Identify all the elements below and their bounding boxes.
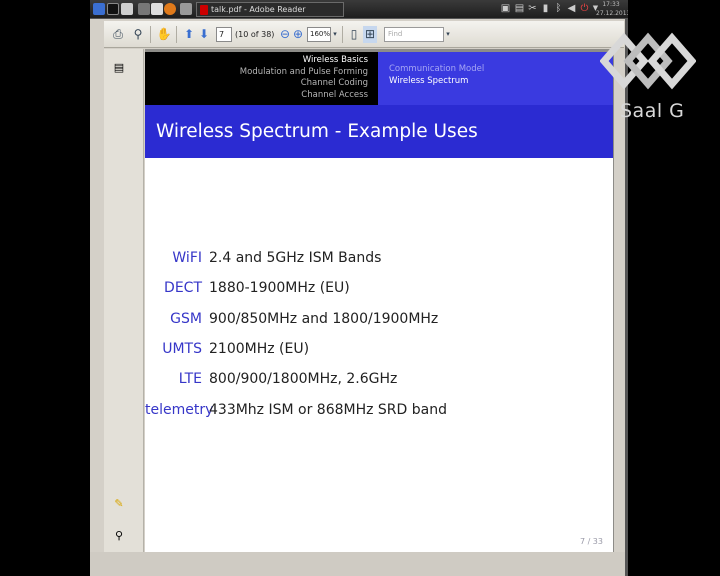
navigation-pane: ▤ ✎ ⚲ xyxy=(104,49,144,552)
bottom-strip xyxy=(90,552,628,576)
page-number-input[interactable]: 7 xyxy=(216,27,232,42)
clock-date: 27.12.2013 xyxy=(596,10,628,17)
zoom-in-icon[interactable]: ⊕ xyxy=(292,26,304,43)
spectrum-row: WiFI 2.4 and 5GHz ISM Bands xyxy=(145,248,605,268)
pdf-icon xyxy=(200,5,208,15)
frame-title: Wireless Spectrum - Example Uses xyxy=(145,105,613,158)
find-placeholder: Find xyxy=(388,30,403,38)
display-icon[interactable]: ▤ xyxy=(514,3,525,14)
spectrum-row: telemetry 433Mhz ISM or 868MHz SRD band xyxy=(145,400,605,420)
clock-time: 17:33 xyxy=(602,1,620,8)
nav-section-item[interactable]: Channel Access xyxy=(145,90,368,102)
spectrum-label: WiFI xyxy=(172,250,202,266)
print-icon[interactable]: ⎙ xyxy=(110,26,126,43)
task-window-title: talk.pdf - Adobe Reader xyxy=(211,5,306,14)
terminal-icon[interactable] xyxy=(107,3,119,15)
attachments-icon[interactable]: ⚲ xyxy=(112,529,126,543)
spectrum-row: GSM 900/850MHz and 1800/1900MHz xyxy=(145,309,605,329)
network-icon[interactable]: ▣ xyxy=(500,3,511,14)
reader-toolbar: ⎙ ⚲ ✋ ⬆ ⬇ 7 (10 of 38) ⊖ ⊕ 160% ▾ ▯ ⊞ Fi… xyxy=(104,21,624,48)
spectrum-label: LTE xyxy=(178,371,202,387)
spectrum-value: 2100MHz (EU) xyxy=(209,341,310,357)
previous-page-icon[interactable]: ⬆ xyxy=(182,26,196,43)
settings-icon[interactable] xyxy=(180,3,192,15)
nav-section-item[interactable]: Channel Coding xyxy=(145,78,368,90)
watermark-logo-icon xyxy=(600,32,696,90)
spectrum-value: 900/850MHz and 1800/1900MHz xyxy=(209,311,439,327)
file-manager-icon[interactable] xyxy=(138,3,150,15)
spectrum-label: GSM xyxy=(170,311,202,327)
spectrum-value: 2.4 and 5GHz ISM Bands xyxy=(209,250,382,266)
fit-page-icon[interactable]: ▯ xyxy=(347,26,361,43)
document-area[interactable]: Wireless Basics Modulation and Pulse For… xyxy=(145,49,614,552)
text-editor-icon[interactable] xyxy=(151,3,163,15)
spectrum-label: telemetry xyxy=(145,402,214,418)
watermark-text: Saal G xyxy=(620,100,685,122)
task-window-button[interactable]: talk.pdf - Adobe Reader xyxy=(196,2,344,17)
bluetooth-icon[interactable]: ᛒ xyxy=(553,3,564,14)
tools-icon[interactable]: ✂ xyxy=(527,3,538,14)
start-menu-icon[interactable] xyxy=(93,3,105,15)
firefox-icon[interactable] xyxy=(164,3,176,15)
subsection-navigation: Communication Model Wireless Spectrum xyxy=(378,52,613,105)
zoom-select[interactable]: 160% xyxy=(307,27,331,42)
zoom-value: 160% xyxy=(310,30,331,38)
nav-section-item[interactable]: Wireless Basics xyxy=(145,55,368,67)
screen: talk.pdf - Adobe Reader ▣ ▤ ✂ ▮ ᛒ ◀ ⏻ ▼ … xyxy=(90,0,628,576)
zoom-out-icon[interactable]: ⊖ xyxy=(279,26,291,43)
find-input[interactable]: Find xyxy=(384,27,444,42)
taskbar: talk.pdf - Adobe Reader ▣ ▤ ✂ ▮ ᛒ ◀ ⏻ ▼ … xyxy=(90,0,628,19)
slide-page: Wireless Basics Modulation and Pulse For… xyxy=(145,52,613,552)
volume-icon[interactable]: ◀ xyxy=(566,3,577,14)
power-icon[interactable]: ⏻ xyxy=(579,3,590,14)
spectrum-value: 1880-1900MHz (EU) xyxy=(209,280,350,296)
zoom-dropdown-icon[interactable]: ▾ xyxy=(331,26,339,43)
nav-subsection-item[interactable]: Communication Model xyxy=(389,64,613,76)
spectrum-label: DECT xyxy=(164,280,202,296)
toolbar-separator xyxy=(150,26,151,43)
slide-header: Wireless Basics Modulation and Pulse For… xyxy=(145,52,613,105)
clock[interactable]: 17:33 27.12.2013 xyxy=(596,0,628,18)
section-navigation: Wireless Basics Modulation and Pulse For… xyxy=(145,52,378,105)
spectrum-row: DECT 1880-1900MHz (EU) xyxy=(145,278,605,298)
next-page-icon[interactable]: ⬇ xyxy=(197,26,211,43)
spectrum-row: UMTS 2100MHz (EU) xyxy=(145,339,605,359)
toolbar-separator xyxy=(176,26,177,43)
nav-subsection-item[interactable]: Wireless Spectrum xyxy=(389,76,613,88)
spectrum-row: LTE 800/900/1800MHz, 2.6GHz xyxy=(145,369,605,389)
vertical-scrollbar[interactable] xyxy=(614,49,624,552)
spectrum-label: UMTS xyxy=(162,341,202,357)
slide-page-counter: 7 / 33 xyxy=(579,537,603,546)
spectrum-value: 433Mhz ISM or 868MHz SRD band xyxy=(209,402,447,418)
page-count: (10 of 38) xyxy=(235,30,275,39)
letterbox-left xyxy=(0,0,90,576)
battery-icon[interactable]: ▮ xyxy=(540,3,551,14)
hand-tool-icon[interactable]: ✋ xyxy=(156,26,172,43)
find-dropdown-icon[interactable]: ▾ xyxy=(444,26,452,43)
toolbar-separator xyxy=(342,26,343,43)
comments-icon[interactable]: ✎ xyxy=(112,497,126,511)
nav-section-item[interactable]: Modulation and Pulse Forming xyxy=(145,67,368,79)
pages-panel-icon[interactable]: ▤ xyxy=(112,61,126,75)
zoom-tool-icon[interactable]: ⚲ xyxy=(130,26,146,43)
spectrum-value: 800/900/1800MHz, 2.6GHz xyxy=(209,371,398,387)
show-desktop-icon[interactable] xyxy=(121,3,133,15)
fit-width-icon[interactable]: ⊞ xyxy=(363,26,377,43)
